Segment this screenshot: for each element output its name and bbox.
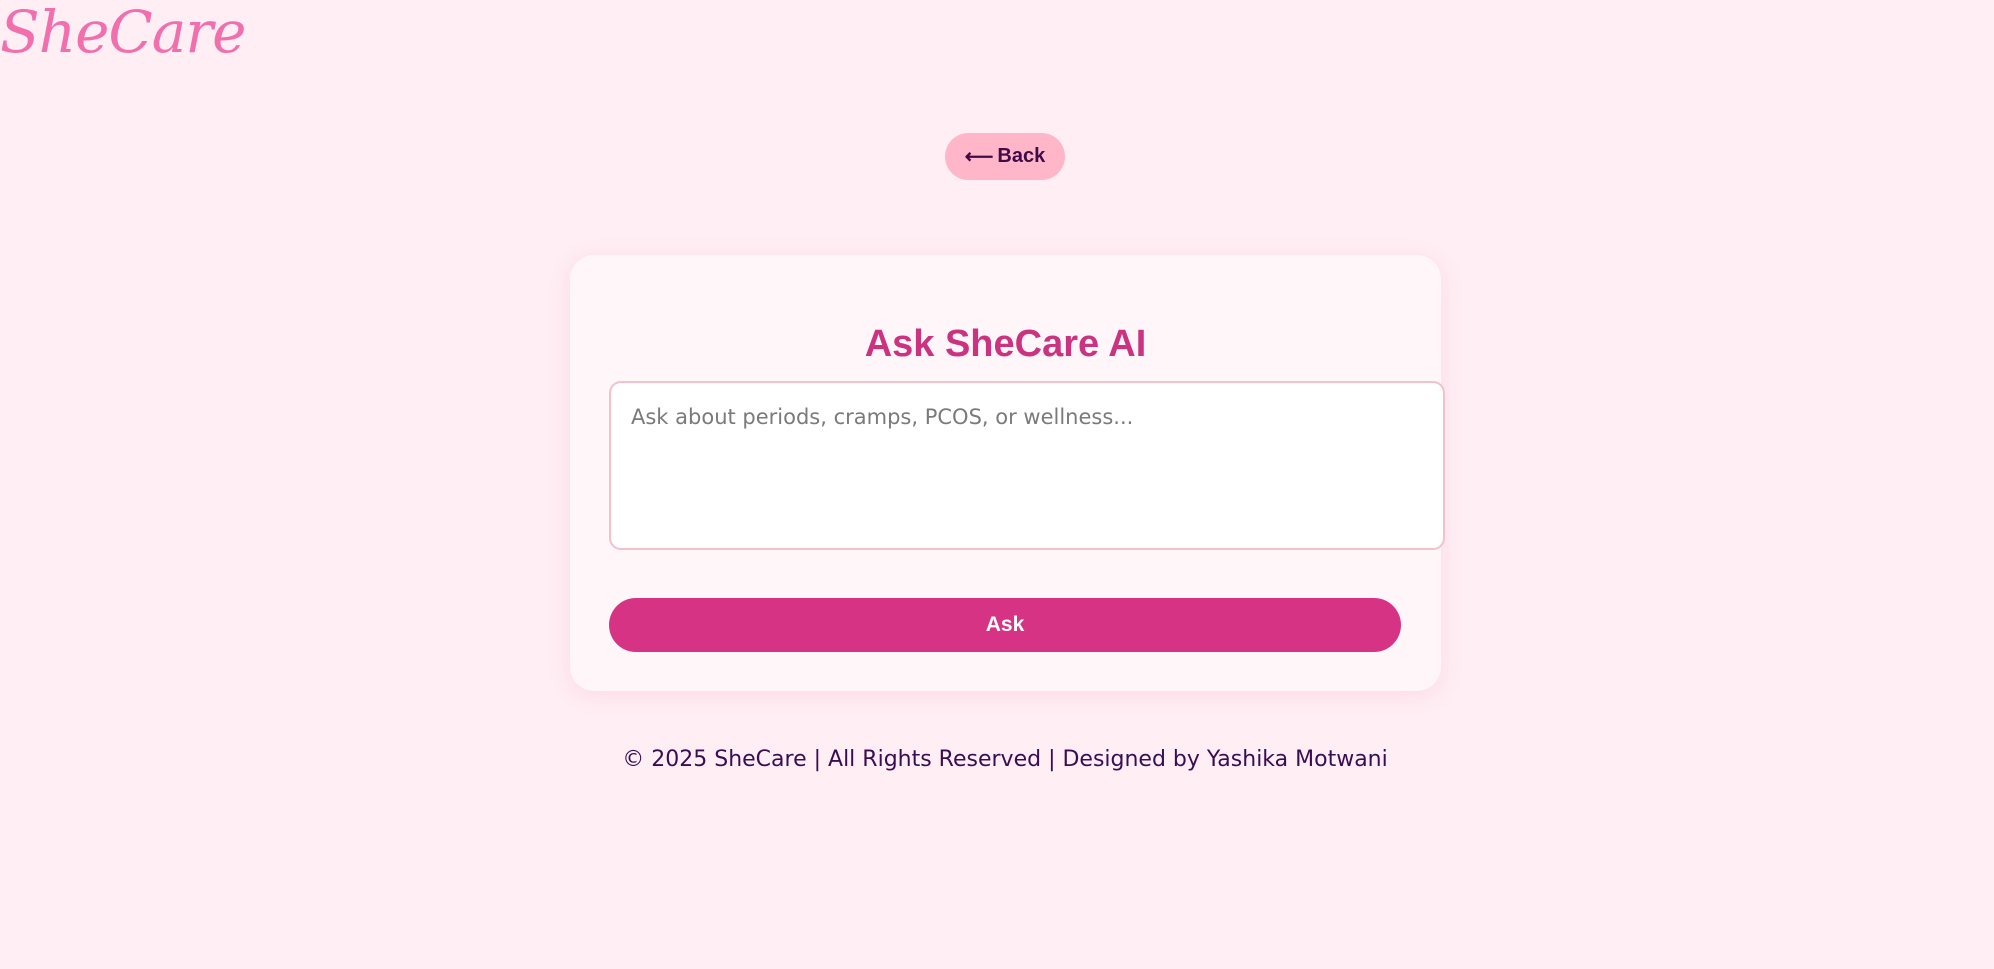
ask-button[interactable]: Ask	[609, 598, 1401, 652]
question-input[interactable]	[609, 381, 1445, 550]
back-button-label: Back	[997, 145, 1046, 167]
brand-logo: SheCare	[0, 0, 246, 66]
back-arrow-icon: ⟵	[964, 145, 994, 168]
back-button[interactable]: ⟵ Back	[945, 133, 1065, 180]
page-title: Ask SheCare AI	[864, 323, 1147, 365]
footer-text: © 2025 SheCare | All Rights Reserved | D…	[622, 747, 1388, 772]
